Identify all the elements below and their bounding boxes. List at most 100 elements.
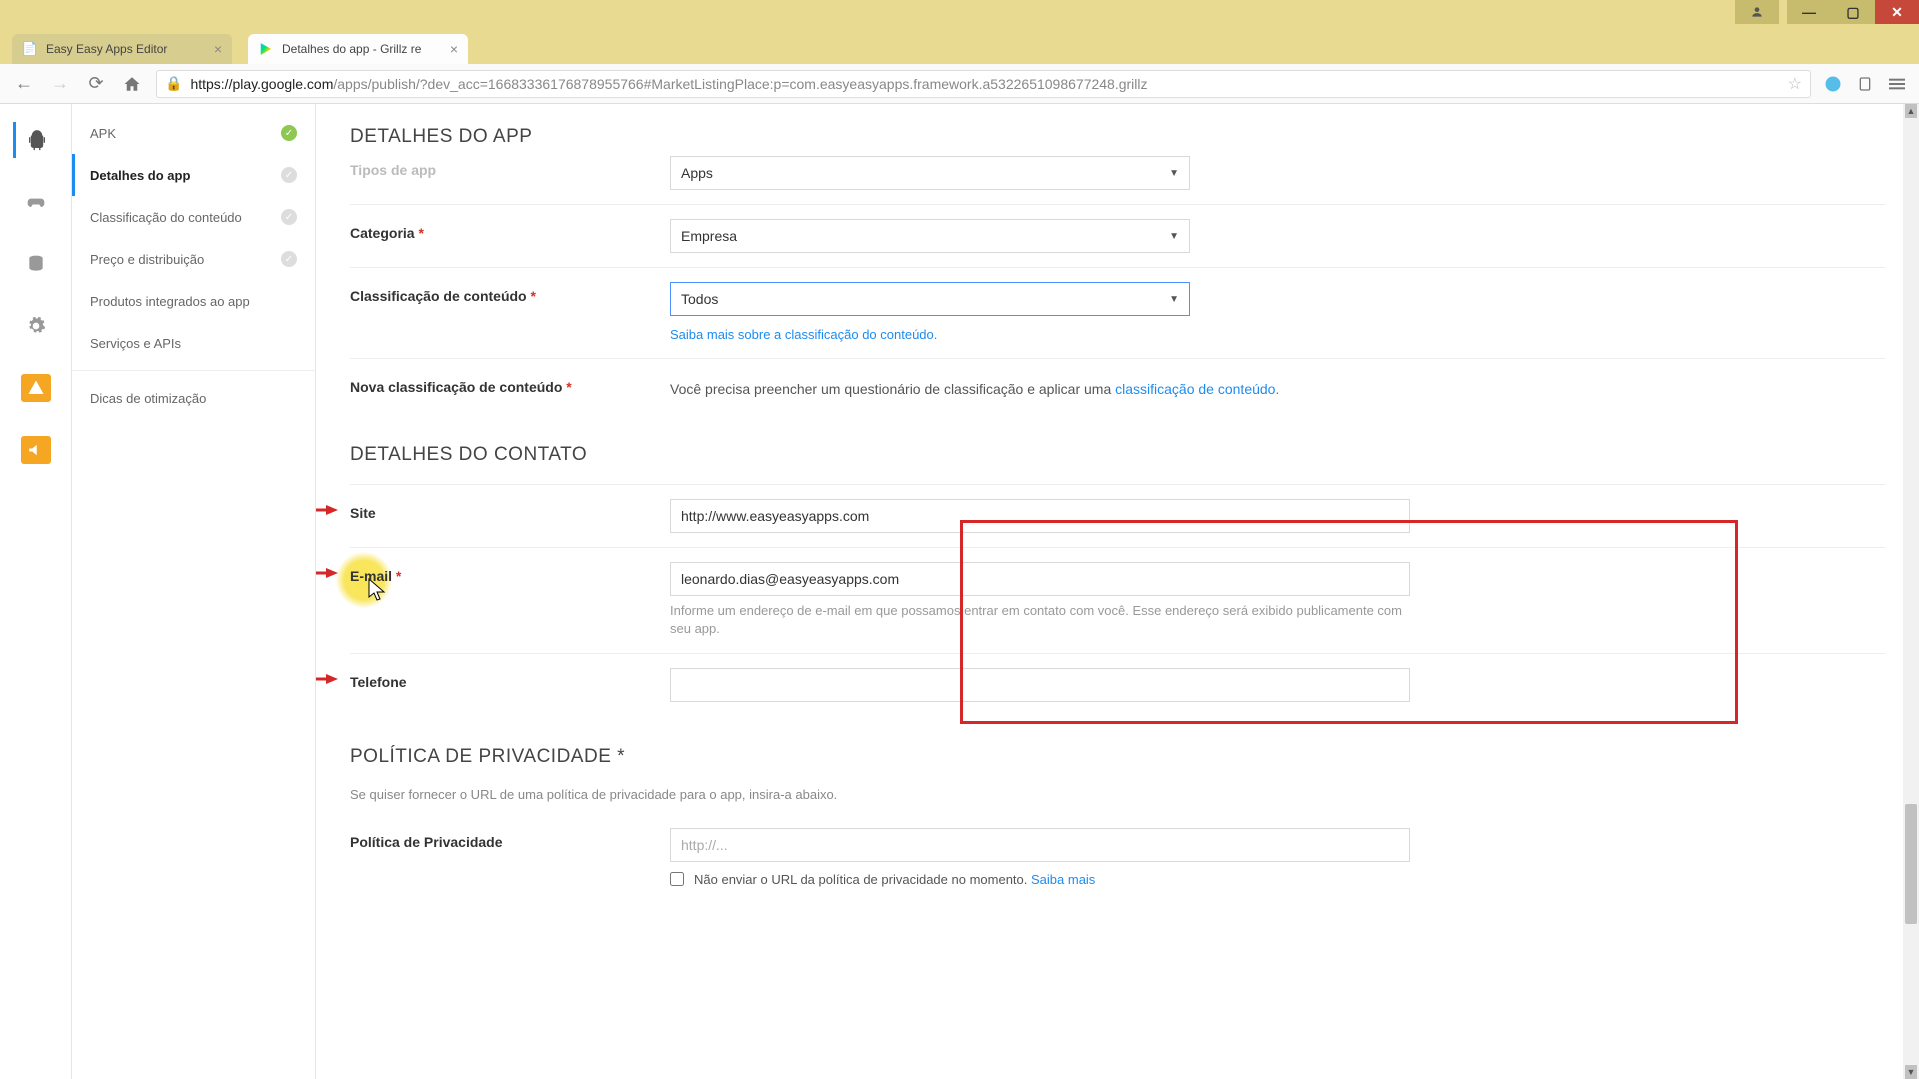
chevron-down-icon: ▼ [1169,231,1179,242]
row-privacy: Política de Privacidade Não enviar o URL… [350,814,1885,901]
input-privacy-url[interactable] [670,828,1410,862]
tab-close-icon[interactable]: × [214,41,222,57]
label-app-type: Tipos de app [350,156,670,178]
new-rating-link[interactable]: classificação de conteúdo. [1115,381,1279,397]
window-close-button[interactable]: ✕ [1875,0,1919,24]
row-category: Categoria * Empresa ▼ [350,204,1885,267]
label-phone: Telefone [350,668,670,690]
content-rating-help-link[interactable]: Saiba mais sobre a classificação do cont… [670,327,937,342]
annotation-arrow-icon [316,673,338,685]
nav-home-button[interactable] [120,72,144,96]
scrollbar[interactable]: ▲ ▼ [1903,104,1919,1079]
sidebar-item-label: Preço e distribuição [90,252,281,267]
sidebar-item-produtos[interactable]: Produtos integrados ao app [72,280,315,322]
privacy-intro: Se quiser fornecer o URL de uma política… [350,786,1090,804]
input-email[interactable] [670,562,1410,596]
nav-back-button[interactable]: ← [12,72,36,96]
sidebar-item-apk[interactable]: APK ✓ [72,112,315,154]
sidebar-item-servicos[interactable]: Serviços e APIs [72,322,315,364]
row-email: E-mail * Informe um endereço de e-mail e… [350,547,1885,652]
select-content-rating[interactable]: Todos ▼ [670,282,1190,316]
window-minimize-button[interactable]: — [1787,0,1831,24]
select-value: Empresa [681,228,737,244]
device-icon[interactable] [1855,74,1875,94]
url-input[interactable]: 🔒 https://play.google.com/apps/publish/?… [156,70,1811,98]
sidebar: APK ✓ Detalhes do app ✓ Classificação do… [72,104,316,1079]
sidebar-item-label: Serviços e APIs [90,336,297,351]
sidebar-item-detalhes[interactable]: Detalhes do app ✓ [72,154,315,196]
tab-favicon-icon: 📄 [22,41,38,57]
select-value: Apps [681,165,713,181]
row-phone: Telefone [350,653,1885,716]
iconbar-announcements-icon[interactable] [18,432,54,468]
label-site: Site [350,499,670,521]
window-user-button[interactable] [1735,0,1779,24]
label-category: Categoria * [350,219,670,241]
tab-favicon-icon [258,41,274,57]
sidebar-item-label: Detalhes do app [90,168,281,183]
select-app-type[interactable]: Apps ▼ [670,156,1190,190]
email-help-text: Informe um endereço de e-mail em que pos… [670,602,1410,638]
nav-forward-button[interactable]: → [48,72,72,96]
row-content-rating: Classificação de conteúdo * Todos ▼ Saib… [350,267,1885,358]
iconbar-alerts-icon[interactable] [18,370,54,406]
menu-icon[interactable] [1887,74,1907,94]
iconbar [0,104,72,1079]
window-titlebar: — ▢ ✕ [0,0,1919,30]
checkbox-skip-privacy[interactable] [670,872,684,886]
row-app-type: Tipos de app Apps ▼ [350,156,1885,204]
status-check-icon: ✓ [281,125,297,141]
iconbar-games-icon[interactable] [18,184,54,220]
status-pending-icon: ✓ [281,251,297,267]
extension-icon[interactable] [1823,74,1843,94]
sidebar-item-label: Classificação do conteúdo [90,210,281,225]
annotation-arrow-icon [316,504,338,516]
browser-tab[interactable]: 📄 Easy Easy Apps Editor × [12,34,232,64]
sidebar-item-label: Dicas de otimização [90,391,297,406]
status-pending-icon: ✓ [281,167,297,183]
tab-title: Detalhes do app - Grillz re [282,42,442,56]
tab-close-icon[interactable]: × [450,41,458,57]
input-site[interactable] [670,499,1410,533]
url-text: https://play.google.com/apps/publish/?de… [190,76,1781,92]
browser-tab-active[interactable]: Detalhes do app - Grillz re × [248,34,468,64]
sidebar-item-label: APK [90,126,281,141]
select-category[interactable]: Empresa ▼ [670,219,1190,253]
page-title: DETALHES DO APP [350,126,1885,148]
browser-tabbar: 📄 Easy Easy Apps Editor × Detalhes do ap… [0,30,1919,64]
chevron-down-icon: ▼ [1169,294,1179,305]
label-new-rating: Nova classificação de conteúdo * [350,373,670,395]
lock-icon: 🔒 [165,75,182,92]
scrollbar-down-icon[interactable]: ▼ [1905,1065,1917,1079]
sidebar-item-dicas[interactable]: Dicas de otimização [72,377,315,419]
scrollbar-thumb[interactable] [1905,804,1917,924]
contact-section-title: DETALHES DO CONTATO [350,444,1885,466]
label-content-rating: Classificação de conteúdo * [350,282,670,304]
tab-title: Easy Easy Apps Editor [46,42,206,56]
bookmark-star-icon[interactable]: ☆ [1788,74,1802,94]
select-value: Todos [681,291,718,307]
iconbar-android-icon[interactable] [13,122,55,158]
sidebar-item-preco[interactable]: Preço e distribuição ✓ [72,238,315,280]
sidebar-divider [72,370,315,371]
chevron-down-icon: ▼ [1169,168,1179,179]
sidebar-item-label: Produtos integrados ao app [90,294,297,309]
scrollbar-up-icon[interactable]: ▲ [1905,104,1917,118]
input-phone[interactable] [670,668,1410,702]
new-rating-text: Você precisa preencher um questionário d… [670,373,1410,400]
window-maximize-button[interactable]: ▢ [1831,0,1875,24]
main-content: DETALHES DO APP Tipos de app Apps ▼ Cate… [316,104,1919,1079]
checkbox-label: Não enviar o URL da política de privacid… [694,872,1095,887]
row-site: Site [350,484,1885,547]
privacy-learn-more-link[interactable]: Saiba mais [1031,872,1095,887]
label-email: E-mail * [350,562,670,584]
iconbar-settings-icon[interactable] [18,308,54,344]
sidebar-item-classificacao[interactable]: Classificação do conteúdo ✓ [72,196,315,238]
nav-reload-button[interactable]: ⟳ [84,72,108,96]
browser-addressbar: ← → ⟳ 🔒 https://play.google.com/apps/pub… [0,64,1919,104]
annotation-arrow-icon [316,567,338,579]
status-pending-icon: ✓ [281,209,297,225]
iconbar-storage-icon[interactable] [18,246,54,282]
privacy-section-title: POLÍTICA DE PRIVACIDADE * [350,746,1885,768]
label-privacy: Política de Privacidade [350,828,670,850]
